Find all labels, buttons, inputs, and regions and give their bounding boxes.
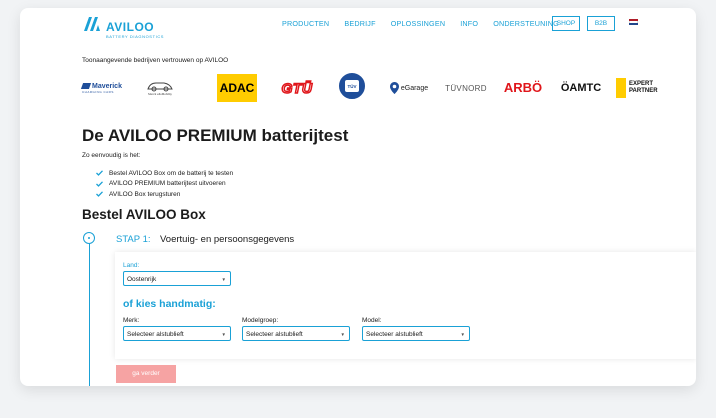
aviloo-logo[interactable]: AVILOO BATTERY DIAGNOSTICS	[84, 17, 163, 39]
step-title: Voertuig- en persoonsgegevens	[160, 234, 295, 245]
nav-oplossingen[interactable]: OPLOSSINGEN	[391, 19, 446, 28]
merck-mobility-logo: Merck elloMobility	[140, 76, 180, 100]
b2b-button[interactable]: B2B	[587, 16, 615, 31]
step-indicator-icon	[83, 232, 95, 244]
modelgroup-select[interactable]: Selecteer alstublieft ▼	[242, 326, 350, 341]
expert-partner-logo: EXPERT PARTNER	[616, 76, 662, 100]
page-card: AVILOO BATTERY DIAGNOSTICS PRODUCTEN BED…	[20, 8, 696, 386]
brand-subtitle: BATTERY DIAGNOSTICS	[106, 34, 165, 39]
gtu-logo: GTÜ	[281, 79, 313, 97]
chevron-down-icon: ▼	[340, 332, 345, 337]
adac-logo: ADAC	[217, 74, 257, 102]
list-item: AVILOO PREMIUM batterijtest uitvoeren	[96, 179, 233, 190]
order-heading: Bestel AVILOO Box	[82, 207, 206, 222]
brand-select[interactable]: Selecteer alstublieft ▼	[123, 326, 231, 341]
country-select[interactable]: Oostenrijk ▼	[123, 271, 231, 286]
list-item: Bestel AVILOO Box om de batterij te test…	[96, 168, 233, 179]
modelgroup-label: Modelgroep:	[242, 317, 279, 324]
tuvnord-logo: TÜVNORD	[445, 83, 487, 93]
step-timeline	[89, 238, 90, 386]
continue-button[interactable]: ga verder	[116, 365, 176, 383]
egarage-logo: eGarage	[386, 80, 432, 96]
partner-logos: Maverick CHARGING CARS Merck elloMobilit…	[80, 72, 660, 104]
model-select[interactable]: Selecteer alstublieft ▼	[362, 326, 470, 341]
page-title: De AVILOO PREMIUM batterijtest	[82, 126, 349, 145]
step-number: STAP 1:	[116, 234, 151, 245]
checkmark-icon	[96, 170, 103, 177]
main-nav: PRODUCTEN BEDRIJF OPLOSSINGEN INFO ONDER…	[282, 19, 559, 28]
oamtc-logo: ÖAMTC	[560, 82, 602, 94]
country-label: Land:	[123, 262, 140, 269]
location-pin-icon	[389, 82, 399, 94]
manual-heading: of kies handmatig:	[123, 298, 216, 310]
car-outline-icon	[147, 82, 173, 92]
checkmark-icon	[96, 191, 103, 198]
model-label: Model:	[362, 317, 382, 324]
vehicle-form: Land: Oostenrijk ▼ of kies handmatig: Me…	[115, 252, 696, 359]
nav-bedrijf[interactable]: BEDRIJF	[344, 19, 375, 28]
maverick-logo: Maverick CHARGING CARS	[80, 82, 122, 94]
checkmark-icon	[96, 181, 103, 187]
brand-name: AVILOO	[106, 20, 155, 34]
nav-producten[interactable]: PRODUCTEN	[282, 19, 329, 28]
arbo-logo: ARBÖ	[503, 79, 543, 95]
chevron-down-icon: ▼	[221, 332, 226, 337]
brand-label: Merk:	[123, 317, 140, 324]
chevron-down-icon: ▼	[221, 277, 226, 282]
trusted-heading: Toonaangevende bedrijven vertrouwen op A…	[82, 57, 229, 64]
nav-ondersteuning[interactable]: ONDERSTEUNING	[493, 19, 559, 28]
list-item: AVILOO Box terugsturen	[96, 189, 233, 200]
tuv-austria-logo: TÜV	[339, 73, 365, 99]
nav-info[interactable]: INFO	[460, 19, 478, 28]
shop-button[interactable]: SHOP	[552, 16, 580, 31]
chevron-down-icon: ▼	[460, 332, 465, 337]
aviloo-logo-icon	[84, 17, 100, 31]
intro-text: Zo eenvoudig is het:	[82, 152, 141, 159]
dutch-flag-icon[interactable]	[629, 19, 638, 25]
benefit-list: Bestel AVILOO Box om de batterij te test…	[96, 168, 233, 200]
